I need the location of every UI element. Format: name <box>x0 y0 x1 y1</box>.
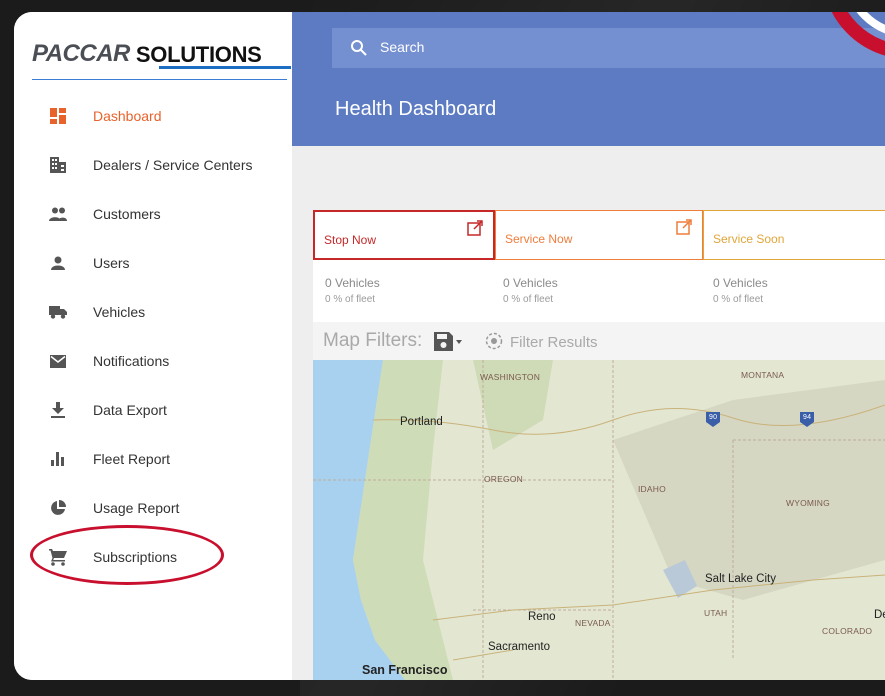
map-city-label: Portland <box>400 416 443 428</box>
status-card-stop-now-stats: 0 Vehicles 0 % of fleet <box>313 260 495 322</box>
pie-chart-icon <box>48 498 68 518</box>
person-icon <box>48 253 68 273</box>
sidebar-item-label: Vehicles <box>93 304 146 320</box>
dashboard-icon <box>48 106 68 126</box>
map-city-label: San Francisco <box>362 663 448 677</box>
fleet-percent: 0 % of fleet <box>503 294 554 305</box>
building-icon <box>48 155 68 175</box>
search-icon <box>351 40 367 56</box>
status-card-title: Service Soon <box>713 232 785 246</box>
sidebar-item-notifications[interactable]: Notifications <box>14 341 292 381</box>
vehicle-count: 0 Vehicles <box>325 276 380 290</box>
sidebar-item-data-export[interactable]: Data Export <box>14 390 292 430</box>
map-city-label: Reno <box>528 611 556 623</box>
vehicle-count: 0 Vehicles <box>713 276 768 290</box>
download-icon <box>48 400 68 420</box>
truck-icon <box>48 302 68 322</box>
map-state-label: IDAHO <box>638 484 666 494</box>
vehicle-count: 0 Vehicles <box>503 276 558 290</box>
corner-stripe-mark <box>831 12 885 56</box>
status-card-service-now-stats: 0 Vehicles 0 % of fleet <box>495 260 703 322</box>
filter-results-button[interactable]: Filter Results <box>510 334 598 351</box>
fleet-percent: 0 % of fleet <box>325 294 376 305</box>
sidebar-item-vehicles[interactable]: Vehicles <box>14 292 292 332</box>
map-view[interactable]: WASHINGTON MONTANA OREGON IDAHO WYOMING … <box>313 360 885 680</box>
map-city-label: De <box>874 609 885 621</box>
status-card-title: Service Now <box>505 232 573 246</box>
map-state-label: NEVADA <box>575 618 611 628</box>
highway-number: 90 <box>709 414 718 421</box>
open-external-icon[interactable] <box>467 220 483 236</box>
map-state-label: WASHINGTON <box>480 372 541 382</box>
sidebar-item-fleet-report[interactable]: Fleet Report <box>14 439 292 479</box>
sidebar-item-label: Users <box>93 255 130 271</box>
page-header: Health Dashboard <box>292 84 885 146</box>
sidebar-item-dealers[interactable]: Dealers / Service Centers <box>14 145 292 185</box>
map-terrain <box>313 360 885 680</box>
status-cards: Stop Now 0 Vehicles 0 % of fleet Service… <box>313 210 885 322</box>
save-icon[interactable] <box>434 332 453 351</box>
status-card-service-soon-stats: 0 Vehicles 0 % of fleet <box>703 260 885 322</box>
subscriptions-highlight-ring <box>30 525 224 585</box>
sidebar-item-label: Customers <box>93 206 161 222</box>
paccar-solutions-logo[interactable]: PACCAR SOLUTIONS <box>32 32 262 68</box>
map-filters-bar: Map Filters: Filter Results <box>313 322 885 360</box>
map-city-label: Sacramento <box>488 641 551 653</box>
page-title: Health Dashboard <box>335 98 497 120</box>
people-icon <box>48 204 68 224</box>
main-content: Stop Now 0 Vehicles 0 % of fleet Service… <box>292 146 885 680</box>
open-external-icon[interactable] <box>676 219 692 235</box>
sidebar-item-dashboard[interactable]: Dashboard <box>14 96 292 136</box>
map-city-label: Salt Lake City <box>705 573 776 585</box>
top-bar: Search <box>292 12 885 84</box>
chevron-down-icon[interactable] <box>456 340 462 344</box>
sidebar-item-label: Dashboard <box>93 108 162 124</box>
bar-chart-icon <box>48 449 68 469</box>
status-card-stop-now[interactable]: Stop Now <box>313 210 495 260</box>
target-icon[interactable] <box>484 331 504 351</box>
fleet-percent: 0 % of fleet <box>713 294 764 305</box>
map-state-label: UTAH <box>704 608 728 618</box>
logo-underline <box>159 66 291 69</box>
search-placeholder: Search <box>380 39 425 55</box>
logo-product: SOLUTIONS <box>135 42 262 67</box>
app-window: PACCAR SOLUTIONS Dashboard Dealers / Ser… <box>14 12 885 680</box>
sidebar-item-label: Notifications <box>93 353 170 369</box>
map-state-label: COLORADO <box>822 626 873 636</box>
status-card-title: Stop Now <box>324 233 377 247</box>
logo-brand: PACCAR <box>32 40 130 67</box>
sidebar-item-users[interactable]: Users <box>14 243 292 283</box>
map-state-label: MONTANA <box>741 370 785 380</box>
sidebar-item-label: Data Export <box>93 402 167 418</box>
envelope-icon <box>48 351 68 371</box>
map-state-label: OREGON <box>484 474 523 484</box>
sidebar-item-label: Dealers / Service Centers <box>93 157 253 173</box>
map-state-label: WYOMING <box>786 498 830 508</box>
sidebar-item-usage-report[interactable]: Usage Report <box>14 488 292 528</box>
status-card-service-now[interactable]: Service Now <box>495 210 703 260</box>
logo-divider <box>32 79 287 80</box>
sidebar-item-label: Usage Report <box>93 500 180 516</box>
highway-number: 94 <box>803 414 812 421</box>
sidebar-item-customers[interactable]: Customers <box>14 194 292 234</box>
sidebar-item-label: Fleet Report <box>93 451 171 467</box>
status-card-service-soon[interactable]: Service Soon <box>703 210 885 260</box>
sidebar: PACCAR SOLUTIONS Dashboard Dealers / Ser… <box>14 12 293 680</box>
map-filters-label: Map Filters: <box>323 330 423 351</box>
